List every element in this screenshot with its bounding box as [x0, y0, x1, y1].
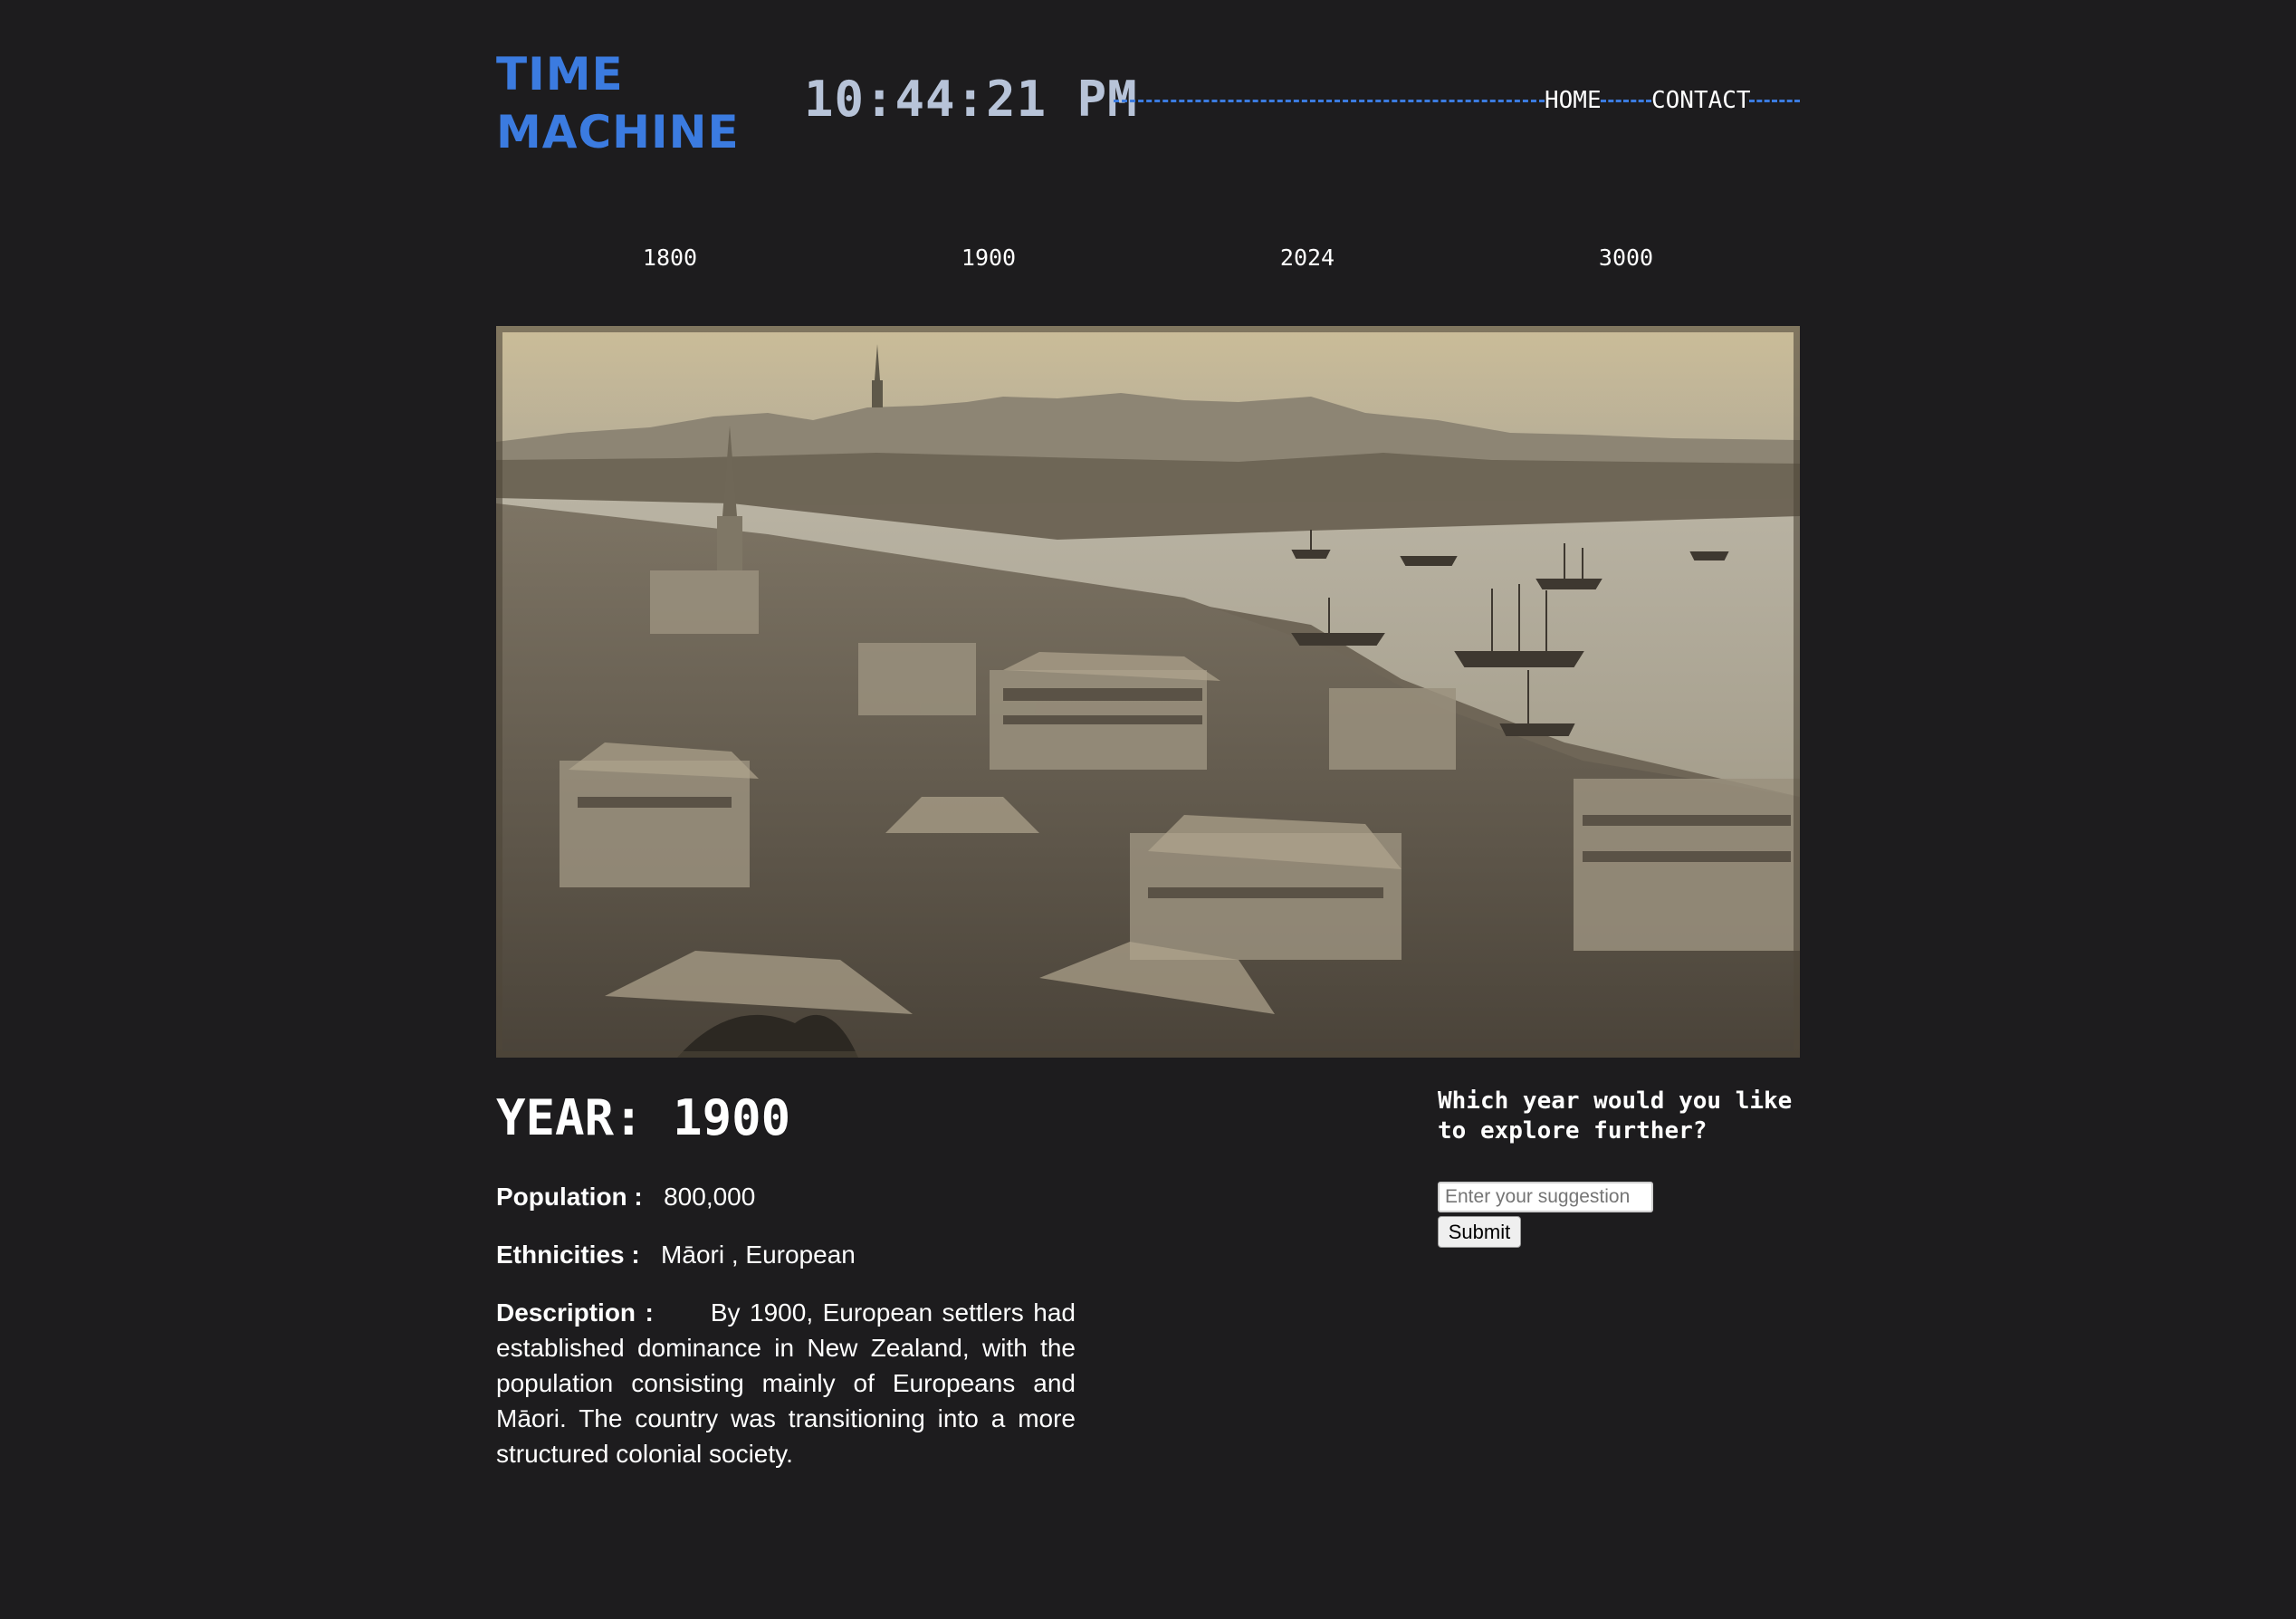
ethnicities-row: Ethnicities : Māori , European — [496, 1237, 1076, 1272]
site-logo[interactable]: TIME MACHINE — [496, 45, 768, 161]
ethnicities-label: Ethnicities : — [496, 1241, 640, 1269]
nav-divider-1 — [1114, 100, 1545, 102]
year-tab-2024[interactable]: 2024 — [1253, 243, 1362, 273]
logo-line-1: TIME — [496, 48, 624, 101]
description-row: Description : By 1900, European settlers… — [496, 1295, 1076, 1471]
suggestion-question: Which year would you like to explore fur… — [1438, 1087, 1793, 1145]
historical-city-photo — [496, 326, 1800, 1058]
year-tab-3000[interactable]: 3000 — [1572, 243, 1680, 273]
live-clock: 10:44:21 PM — [804, 71, 1138, 128]
submit-button[interactable]: Submit — [1438, 1216, 1521, 1248]
nav-divider-2 — [1601, 100, 1651, 102]
year-selector: 1800 1900 2024 3000 — [496, 243, 1800, 275]
population-label: Population : — [496, 1183, 643, 1211]
city-illustration — [496, 326, 1800, 1058]
logo-line-2: MACHINE — [496, 106, 740, 158]
population-row: Population : 800,000 — [496, 1179, 1076, 1214]
year-tab-1800[interactable]: 1800 — [616, 243, 724, 273]
nav-home-link[interactable]: HOME — [1545, 86, 1602, 115]
population-value: 800,000 — [664, 1183, 756, 1211]
year-tab-1900[interactable]: 1900 — [934, 243, 1043, 273]
suggestion-input[interactable] — [1438, 1182, 1653, 1212]
ethnicities-value: Māori , European — [661, 1241, 856, 1269]
year-heading: YEAR: 1900 — [496, 1089, 791, 1146]
description-label: Description : — [496, 1298, 654, 1327]
nav-contact-link[interactable]: CONTACT — [1651, 86, 1751, 115]
page: TIME MACHINE 10:44:21 PM HOME CONTACT 18… — [496, 0, 1800, 1619]
nav-divider-3 — [1749, 100, 1800, 102]
